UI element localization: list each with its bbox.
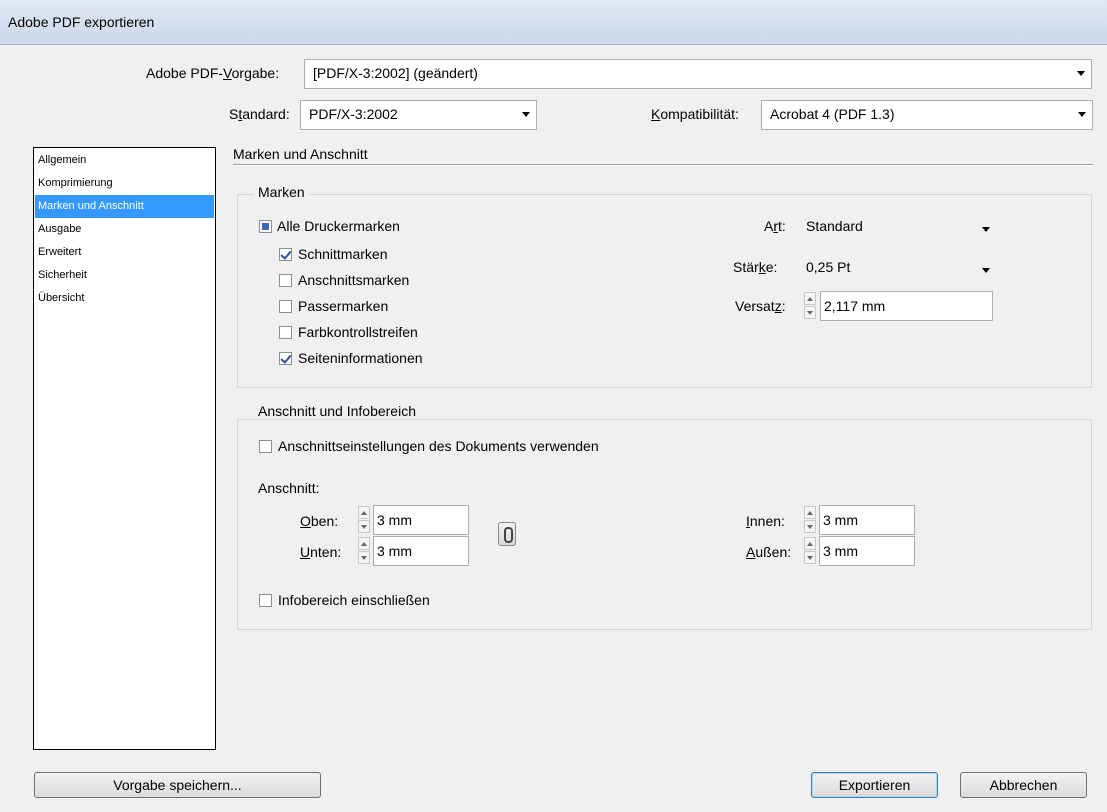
stepper-up-icon[interactable] bbox=[804, 506, 816, 519]
innen-label: Innen: bbox=[746, 513, 785, 529]
aussen-stepper[interactable] bbox=[804, 536, 818, 566]
sidebar: Allgemein Komprimierung Marken und Ansch… bbox=[33, 147, 216, 750]
save-preset-button[interactable]: Vorgabe speichern... bbox=[34, 772, 321, 798]
sidebar-item-ausgabe[interactable]: Ausgabe bbox=[35, 218, 214, 241]
aussen-label: Außen: bbox=[746, 544, 792, 560]
innen-input[interactable]: 3 mm bbox=[819, 505, 915, 535]
art-value: Standard bbox=[806, 218, 863, 234]
oben-label: Oben: bbox=[300, 513, 339, 529]
oben-stepper[interactable] bbox=[358, 505, 372, 535]
cancel-button[interactable]: Abbrechen bbox=[960, 772, 1087, 798]
unten-input[interactable]: 3 mm bbox=[373, 536, 469, 566]
page-info-label: Seiteninformationen bbox=[298, 350, 423, 366]
sidebar-item-allgemein[interactable]: Allgemein bbox=[35, 149, 214, 172]
standard-label: Standard: bbox=[229, 106, 290, 122]
crop-marks-checkbox[interactable] bbox=[279, 248, 292, 261]
staerke-value: 0,25 Pt bbox=[806, 259, 851, 275]
bleed-marks-label: Anschnittsmarken bbox=[298, 272, 410, 288]
stepper-up-icon[interactable] bbox=[358, 537, 370, 550]
include-slug-checkbox[interactable] bbox=[259, 594, 272, 607]
bleed-marks-checkbox[interactable] bbox=[279, 274, 292, 287]
include-slug-label: Infobereich einschließen bbox=[278, 592, 430, 608]
chevron-down-icon bbox=[522, 112, 530, 117]
marks-group-title: Marken bbox=[254, 184, 309, 200]
stepper-up-icon[interactable] bbox=[804, 292, 816, 305]
registration-marks-label: Passermarken bbox=[298, 298, 389, 314]
preset-label: Adobe PDF-Vorgabe: bbox=[146, 65, 280, 81]
preset-select[interactable]: [PDF/X-3:2002] (geändert) bbox=[304, 59, 1092, 89]
standard-value: PDF/X-3:2002 bbox=[309, 106, 398, 122]
versatz-stepper[interactable] bbox=[804, 291, 818, 321]
use-doc-bleed-label: Anschnittseinstellungen des Dokuments ve… bbox=[278, 438, 599, 454]
compat-select[interactable]: Acrobat 4 (PDF 1.3) bbox=[761, 100, 1093, 130]
export-button[interactable]: Exportieren bbox=[811, 772, 938, 798]
sidebar-item-erweitert[interactable]: Erweitert bbox=[35, 241, 214, 264]
sidebar-item-sicherheit[interactable]: Sicherheit bbox=[35, 264, 214, 287]
color-bars-label: Farbkontrollstreifen bbox=[298, 324, 418, 340]
crop-marks-label: Schnittmarken bbox=[298, 246, 388, 262]
page-info-checkbox[interactable] bbox=[279, 352, 292, 365]
staerke-select[interactable]: 0,25 Pt bbox=[806, 259, 990, 279]
title-bar: Adobe PDF exportieren bbox=[0, 0, 1107, 45]
stepper-up-icon[interactable] bbox=[358, 506, 370, 519]
staerke-label: Stärke: bbox=[733, 259, 778, 275]
chevron-down-icon bbox=[1078, 112, 1086, 117]
stepper-down-icon[interactable] bbox=[804, 551, 816, 564]
unten-stepper[interactable] bbox=[358, 536, 372, 566]
stepper-up-icon[interactable] bbox=[804, 537, 816, 550]
registration-marks-checkbox[interactable] bbox=[279, 300, 292, 313]
anschnitt-label: Anschnitt: bbox=[258, 480, 320, 496]
chevron-down-icon bbox=[982, 268, 990, 273]
stepper-down-icon[interactable] bbox=[358, 520, 370, 533]
unten-label: Unten: bbox=[300, 544, 342, 560]
window-title: Adobe PDF exportieren bbox=[8, 14, 155, 30]
standard-select[interactable]: PDF/X-3:2002 bbox=[300, 100, 537, 130]
versatz-input[interactable]: 2,117 mm bbox=[820, 291, 993, 321]
preset-value: [PDF/X-3:2002] (geändert) bbox=[313, 65, 478, 81]
chevron-down-icon bbox=[982, 227, 990, 232]
chain-link-icon[interactable] bbox=[498, 522, 516, 546]
chevron-down-icon bbox=[1077, 71, 1085, 76]
use-doc-bleed-checkbox[interactable] bbox=[259, 440, 272, 453]
color-bars-checkbox[interactable] bbox=[279, 326, 292, 339]
stepper-down-icon[interactable] bbox=[804, 306, 816, 319]
stepper-down-icon[interactable] bbox=[804, 520, 816, 533]
versatz-label: Versatz: bbox=[735, 298, 786, 314]
section-title: Marken und Anschnitt bbox=[233, 146, 368, 162]
compat-label: Kompatibilität: bbox=[651, 106, 739, 122]
art-select[interactable]: Standard bbox=[806, 218, 990, 238]
bleed-group-title: Anschnitt und Infobereich bbox=[254, 403, 420, 419]
oben-input[interactable]: 3 mm bbox=[373, 505, 469, 535]
section-divider bbox=[233, 164, 1093, 166]
sidebar-item-marken-und-anschnitt[interactable]: Marken und Anschnitt bbox=[35, 195, 214, 218]
art-label: Art: bbox=[764, 218, 786, 234]
sidebar-item-komprimierung[interactable]: Komprimierung bbox=[35, 172, 214, 195]
aussen-input[interactable]: 3 mm bbox=[819, 536, 915, 566]
innen-stepper[interactable] bbox=[804, 505, 818, 535]
all-marks-label: Alle Druckermarken bbox=[277, 218, 400, 234]
compat-value: Acrobat 4 (PDF 1.3) bbox=[770, 106, 895, 122]
sidebar-item-uebersicht[interactable]: Übersicht bbox=[35, 287, 214, 310]
stepper-down-icon[interactable] bbox=[358, 551, 370, 564]
all-marks-checkbox[interactable] bbox=[259, 220, 272, 233]
